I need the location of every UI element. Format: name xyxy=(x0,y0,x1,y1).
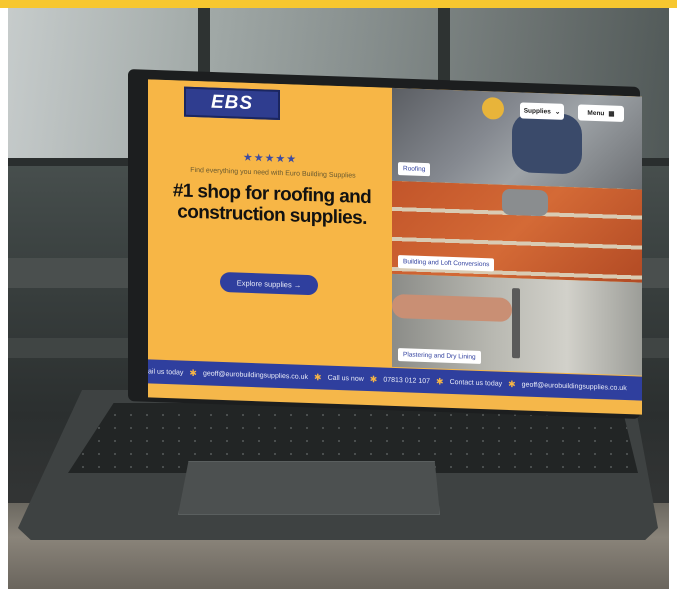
menu-label: Menu xyxy=(587,109,605,117)
ticker-email[interactable]: geoff@eurobuildingsupplies.co.uk xyxy=(522,381,627,392)
category-label: Plastering and Dry Lining xyxy=(398,348,481,364)
gear-icon: ✱ xyxy=(314,371,322,382)
category-label: Building and Loft Conversions xyxy=(398,255,495,272)
gear-icon: ✱ xyxy=(369,373,378,384)
explore-supplies-button[interactable]: Explore supplies → xyxy=(220,271,318,296)
grid-icon: ▦ xyxy=(608,110,615,118)
gear-icon: ✱ xyxy=(508,378,516,389)
ticker-phone[interactable]: 07813 012 107 xyxy=(383,376,430,385)
ticker-item: Call us now xyxy=(327,374,364,383)
laptop-photo: EBS ★★★★★ Find everything you need with … xyxy=(8,8,669,589)
logo-text: EBS xyxy=(210,91,254,115)
laptop-screen: EBS ★★★★★ Find everything you need with … xyxy=(148,79,642,415)
category-tile-building[interactable]: Building and Loft Conversions xyxy=(392,180,642,283)
worker-arm xyxy=(392,293,512,323)
worker-helmet xyxy=(482,97,504,120)
worker-figure xyxy=(512,112,582,175)
plastering-trowel xyxy=(512,288,520,359)
ebs-logo[interactable]: EBS xyxy=(184,86,280,120)
supplies-label: Supplies xyxy=(523,106,551,115)
hero-headline: #1 shop for roofing and construction sup… xyxy=(172,180,372,230)
ticker-item: ail us today xyxy=(148,367,184,377)
gear-icon: ✱ xyxy=(436,375,444,387)
glove-hand xyxy=(502,188,548,217)
menu-button[interactable]: Menu ▦ xyxy=(578,104,624,122)
ticker-item: Contact us today xyxy=(449,378,503,388)
category-tile-plastering[interactable]: Plastering and Dry Lining xyxy=(392,273,642,376)
supplies-dropdown[interactable]: Supplies ⌄ xyxy=(520,102,564,120)
chevron-down-icon: ⌄ xyxy=(554,108,561,116)
category-tile-roofing[interactable]: Roofing xyxy=(392,87,642,190)
gear-icon: ✱ xyxy=(189,367,197,378)
ticker-email[interactable]: geoff@eurobuildingsupplies.co.uk xyxy=(203,370,308,381)
category-label: Roofing xyxy=(398,162,431,177)
laptop-touchpad xyxy=(178,461,440,515)
hero-tagline: Find everything you need with Euro Build… xyxy=(190,166,356,180)
hero-panel: EBS ★★★★★ Find everything you need with … xyxy=(148,79,392,368)
top-accent-strip xyxy=(0,0,677,8)
